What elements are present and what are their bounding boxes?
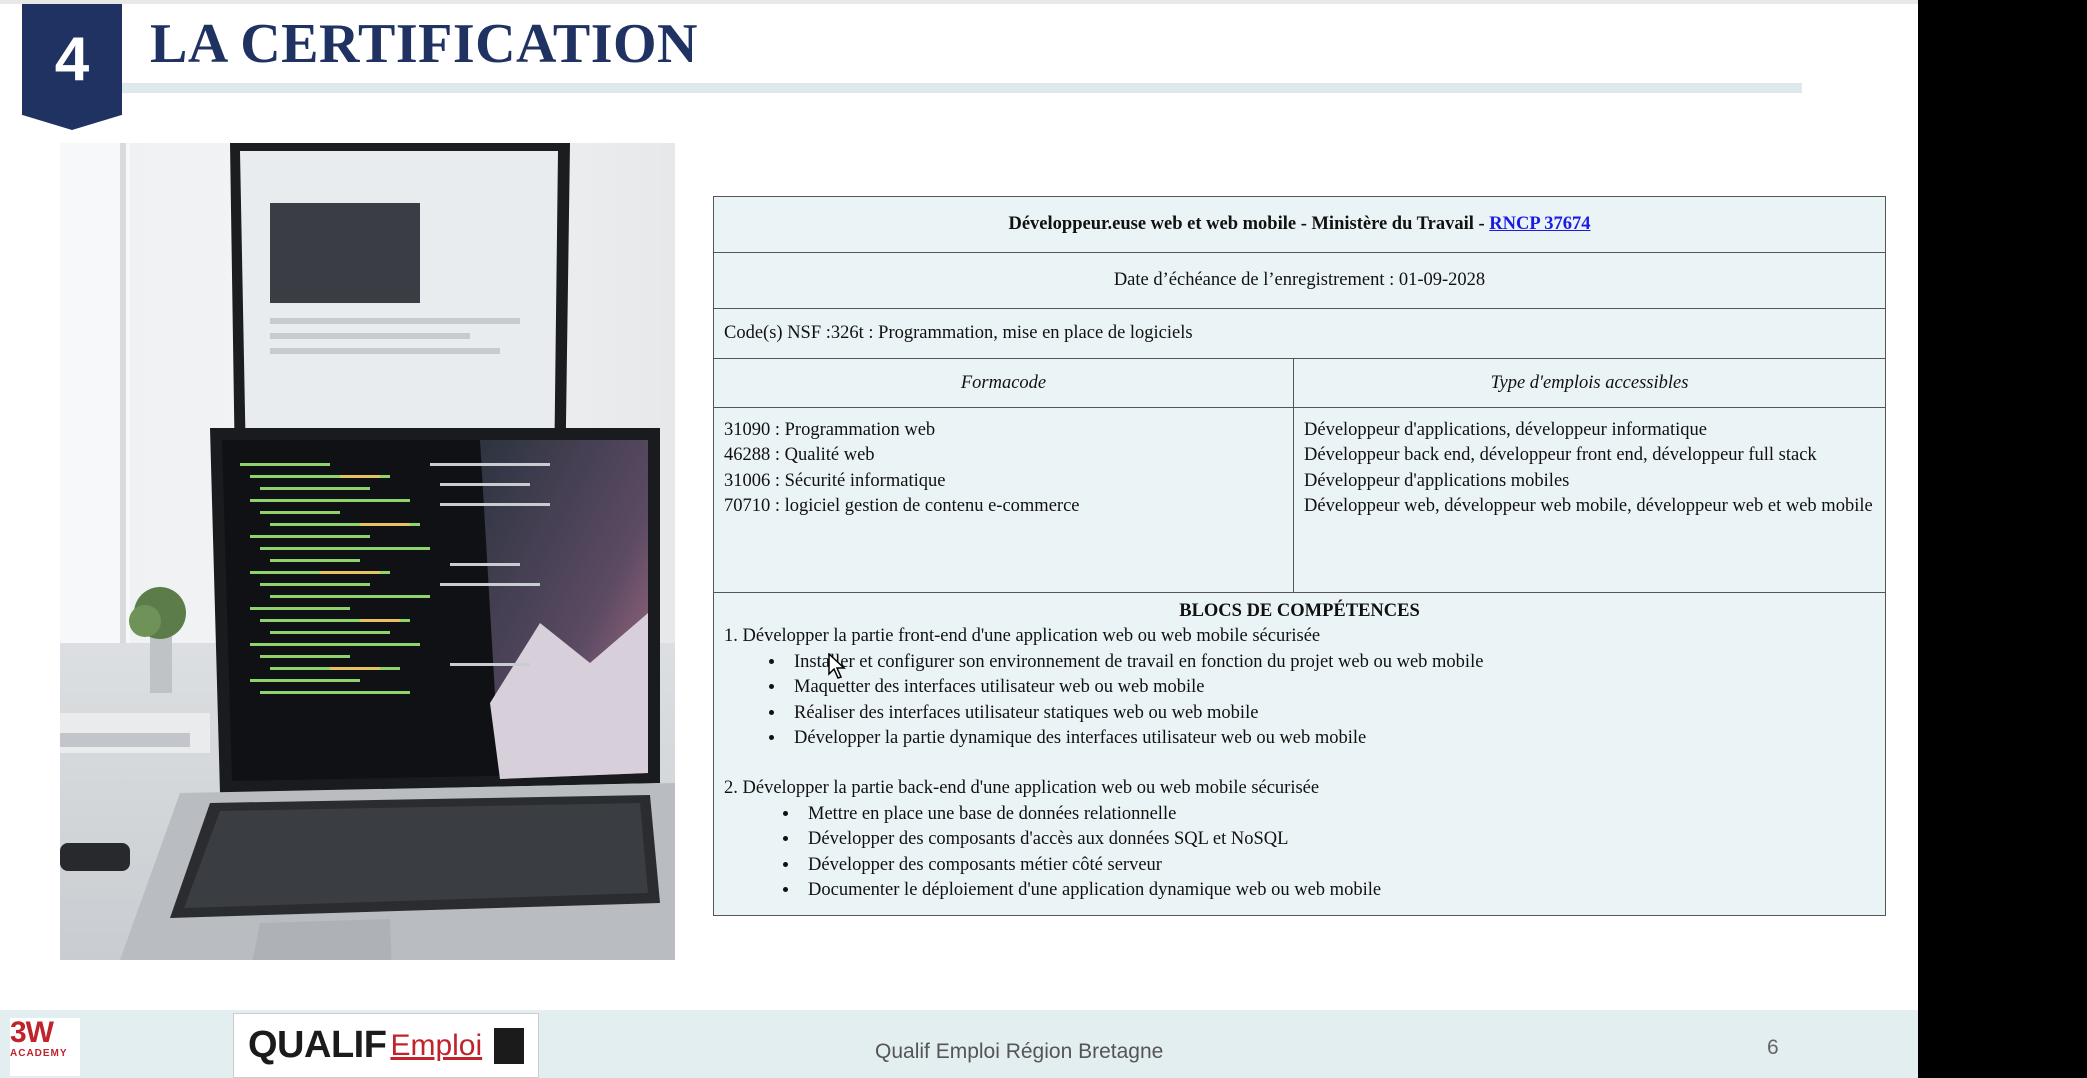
section-number-badge: 4 (22, 4, 122, 130)
block2-item: Documenter le déploiement d'une applicat… (800, 878, 1875, 903)
block1-item: Développer la partie dynamique des inter… (786, 726, 1875, 751)
laptop-photo (60, 143, 675, 960)
job-item: Développeur back end, développeur front … (1304, 445, 1817, 466)
block1-item: Installer et configurer son environnemen… (786, 650, 1875, 675)
jobs-header: Type d'emplois accessibles (1292, 358, 1887, 408)
certification-name: Développeur.euse web et web mobile - Min… (1008, 214, 1490, 234)
block2-title: 2. Développer la partie back-end d'une a… (724, 778, 1320, 799)
job-item: Développeur d'applications mobiles (1304, 470, 1570, 491)
qualif-wordmark: QUALIF (248, 1024, 387, 1066)
top-border (0, 0, 1918, 4)
jobs-list: Développeur d'applications, développeur … (1292, 407, 1887, 593)
logo-academy-text: ACADEMY (10, 1048, 68, 1059)
block2-item: Développer des composants métier côté se… (800, 853, 1875, 878)
job-item: Développeur d'applications, développeur … (1304, 420, 1708, 440)
block1-title: 1. Développer la partie front-end d'une … (724, 626, 1321, 647)
blocks-header: BLOCS DE COMPÉTENCES (1179, 601, 1420, 621)
certification-title: Développeur.euse web et web mobile - Min… (712, 196, 1887, 253)
formacode-item: 31090 : Programmation web (724, 420, 936, 440)
logo-3w-mark: 3W (10, 1016, 54, 1049)
formacode-item: 70710 : logiciel gestion de contenu e-co… (724, 496, 1080, 517)
title-underline (122, 83, 1802, 93)
formacode-item: 31006 : Sécurité informatique (724, 470, 946, 491)
block2-item: Mettre en place une base de données rela… (800, 802, 1875, 827)
footer-text: Qualif Emploi Région Bretagne (875, 1040, 1164, 1063)
formacode-header: Formacode (713, 358, 1294, 408)
presentation-slide: 4 LA CERTIFICATION Développeur.euse web … (0, 0, 1918, 1078)
region-emblem-icon (494, 1027, 525, 1064)
block1-list: Installer et configurer son environnemen… (724, 650, 1875, 752)
slide-title: LA CERTIFICATION (150, 13, 698, 75)
rncp-link[interactable]: RNCP 37674 (1489, 214, 1590, 234)
block2-list: Mettre en place une base de données rela… (724, 802, 1875, 904)
formacode-list: 31090 : Programmation web 46288 : Qualit… (713, 407, 1294, 593)
competence-blocks: BLOCS DE COMPÉTENCES 1. Développer la pa… (712, 591, 1887, 917)
certification-table: Développeur.euse web et web mobile - Min… (712, 196, 1887, 917)
block2-item: Développer des composants d'accès aux do… (800, 827, 1875, 852)
emploi-wordmark: Emploi (390, 1028, 483, 1062)
nsf-code: Code(s) NSF :326t : Programmation, mise … (712, 308, 1887, 359)
formacode-item: 46288 : Qualité web (724, 445, 875, 466)
block1-item: Maquetter des interfaces utilisateur web… (786, 675, 1875, 700)
page-number: 6 (1767, 1036, 1779, 1059)
section-number: 4 (54, 25, 90, 94)
expiry-date: Date d’échéance de l’enregistrement : 01… (712, 252, 1887, 309)
job-item: Développeur web, développeur web mobile,… (1304, 496, 1873, 517)
mouse-cursor-icon (828, 653, 846, 679)
block1-item: Réaliser des interfaces utilisateur stat… (786, 701, 1875, 726)
3w-academy-logo: 3W ACADEMY (10, 1018, 80, 1076)
qualif-emploi-logo: QUALIF Emploi (233, 1013, 539, 1078)
